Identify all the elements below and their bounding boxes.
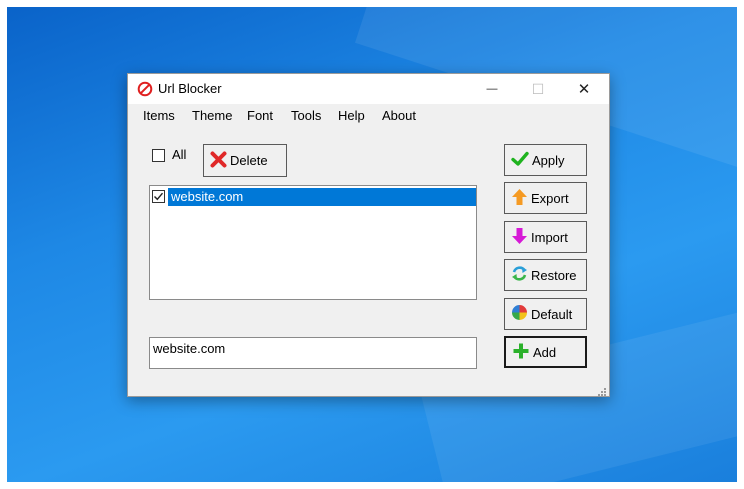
add-button[interactable]: Add bbox=[504, 336, 587, 368]
refresh-icon bbox=[511, 265, 531, 285]
restore-button-label: Restore bbox=[531, 267, 577, 283]
prohibited-icon bbox=[137, 81, 153, 97]
orange-up-arrow-icon bbox=[511, 188, 531, 209]
url-blocker-window: Url Blocker — ☐ ✕ Items Theme Font Tools… bbox=[127, 73, 610, 397]
green-check-icon bbox=[511, 150, 532, 171]
import-button[interactable]: Import bbox=[504, 221, 587, 253]
restore-button[interactable]: Restore bbox=[504, 259, 587, 291]
minimize-button[interactable]: — bbox=[469, 74, 515, 104]
list-item-text: website.com bbox=[168, 188, 476, 206]
menu-help[interactable]: Help bbox=[338, 108, 365, 123]
menu-font[interactable]: Font bbox=[247, 108, 273, 123]
minimize-icon: — bbox=[486, 83, 498, 95]
green-plus-icon bbox=[512, 342, 533, 363]
all-checkbox-label: All bbox=[172, 147, 187, 162]
list-item-checkbox[interactable] bbox=[152, 190, 165, 203]
title-bar[interactable]: Url Blocker — ☐ ✕ bbox=[128, 74, 609, 104]
menu-about[interactable]: About bbox=[382, 108, 416, 123]
maximize-button[interactable]: ☐ bbox=[515, 74, 561, 104]
maximize-icon: ☐ bbox=[531, 80, 545, 97]
default-button-label: Default bbox=[531, 306, 573, 322]
add-button-label: Add bbox=[533, 344, 557, 360]
list-item[interactable]: website.com bbox=[152, 188, 476, 206]
export-button[interactable]: Export bbox=[504, 182, 587, 214]
checkmark-icon bbox=[154, 192, 164, 201]
magenta-down-arrow-icon bbox=[511, 227, 531, 248]
resize-grip-icon[interactable] bbox=[597, 384, 607, 396]
menu-bar: Items Theme Font Tools Help About bbox=[128, 104, 609, 128]
window-title: Url Blocker bbox=[158, 81, 222, 96]
color-wheel-icon bbox=[511, 304, 531, 324]
red-x-icon bbox=[210, 151, 230, 171]
menu-items[interactable]: Items bbox=[143, 108, 175, 123]
apply-button[interactable]: Apply bbox=[504, 144, 587, 176]
all-checkbox-box[interactable] bbox=[152, 149, 165, 162]
close-icon: ✕ bbox=[577, 81, 591, 98]
import-button-label: Import bbox=[531, 229, 568, 245]
url-input[interactable]: website.com bbox=[149, 337, 477, 369]
default-button[interactable]: Default bbox=[504, 298, 587, 330]
export-button-label: Export bbox=[531, 190, 569, 206]
url-list[interactable]: website.com bbox=[149, 185, 477, 300]
close-button[interactable]: ✕ bbox=[561, 74, 607, 104]
delete-button[interactable]: Delete bbox=[203, 144, 287, 177]
menu-tools[interactable]: Tools bbox=[291, 108, 321, 123]
delete-button-label: Delete bbox=[230, 153, 268, 168]
menu-theme[interactable]: Theme bbox=[192, 108, 232, 123]
apply-button-label: Apply bbox=[532, 152, 565, 168]
desktop-background: Url Blocker — ☐ ✕ Items Theme Font Tools… bbox=[7, 7, 737, 482]
